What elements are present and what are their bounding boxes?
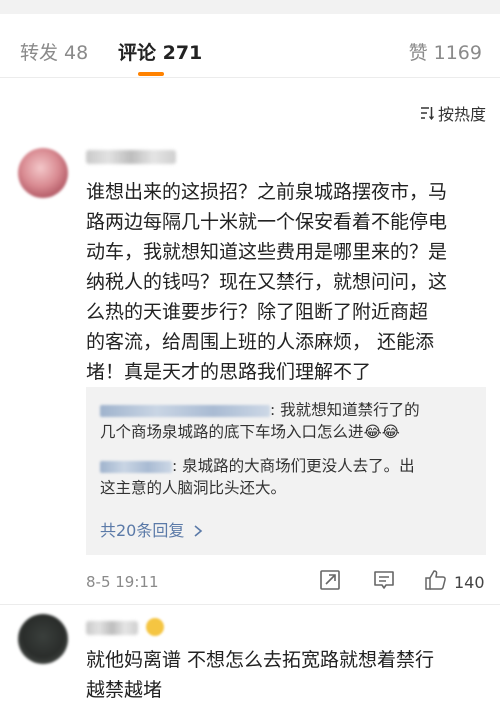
- repost-icon: [318, 568, 342, 596]
- reply-author-blurred[interactable]: [100, 460, 172, 473]
- comment-button[interactable]: [372, 568, 396, 596]
- tab-comments[interactable]: 评论 271: [118, 38, 202, 65]
- chevron-right-icon: [189, 521, 203, 540]
- comment-line: 谁想出来的这损招？之前泉城路摆夜市，马: [86, 181, 448, 203]
- username-blurred[interactable]: [86, 621, 138, 635]
- reply-text: : 泉城路的大商场们更没人去了。出: [172, 457, 415, 475]
- tabs-divider: [0, 77, 500, 78]
- more-replies-label: 共20条回复: [100, 521, 185, 540]
- comment-divider: [0, 604, 500, 605]
- view-all-replies-link[interactable]: 共20条回复: [100, 517, 203, 541]
- reply-author-blurred[interactable]: [100, 404, 270, 417]
- status-bar-strip: [0, 0, 500, 14]
- username-emoji-icon: [146, 618, 164, 636]
- comment-body: 就他妈离谱 不想怎么去拓宽路就想着禁行 越禁越堵: [86, 645, 496, 705]
- reply-item[interactable]: : 泉城路的大商场们更没人去了。出 这主意的人脑洞比头还大。: [100, 455, 480, 499]
- tab-repost[interactable]: 转发 48: [20, 38, 88, 65]
- reply-text: 这主意的人脑洞比头还大。: [100, 479, 287, 497]
- active-tab-indicator: [138, 72, 164, 76]
- thumbs-up-icon: [424, 568, 448, 596]
- tab-likes[interactable]: 赞 1169: [409, 38, 482, 65]
- comment-line: 动车，我就想知道这些费用是哪里来的？是: [86, 241, 448, 263]
- comment-line: 就他妈离谱 不想怎么去拓宽路就想着禁行: [86, 649, 435, 671]
- comment-line: 么热的天谁要步行？除了阻断了附近商超: [86, 301, 429, 323]
- comment-line: 路两边每隔几十米就一个保安看着不能停电: [86, 211, 448, 233]
- sort-icon: [420, 106, 434, 120]
- sort-label: 按热度: [437, 105, 486, 124]
- reply-text: : 我就想知道禁行了的: [270, 401, 420, 419]
- comment-icon: [372, 568, 396, 596]
- comment-line: 纳税人的钱吗？现在又禁行，就想问问，这: [86, 271, 448, 293]
- sort-by-hot-button[interactable]: 按热度: [420, 101, 486, 125]
- reply-text: 几个商场泉城路的底下车场入口怎么进😂😂: [100, 423, 400, 441]
- reply-item[interactable]: : 我就想知道禁行了的 几个商场泉城路的底下车场入口怎么进😂😂: [100, 399, 480, 443]
- comment-line: 越禁越堵: [86, 679, 163, 701]
- username-blurred[interactable]: [86, 150, 176, 164]
- like-count: 140: [454, 572, 485, 592]
- comment-line: 的客流，给周围上班的人添麻烦， 还能添: [86, 331, 435, 353]
- tab-bar: 转发 48 评论 271 赞 1169: [0, 26, 500, 76]
- repost-button[interactable]: [318, 568, 342, 596]
- comment-body: 谁想出来的这损招？之前泉城路摆夜市，马 路两边每隔几十米就一个保安看着不能停电 …: [86, 177, 496, 387]
- like-button[interactable]: 140: [424, 568, 485, 596]
- avatar[interactable]: [18, 148, 68, 198]
- replies-box[interactable]: : 我就想知道禁行了的 几个商场泉城路的底下车场入口怎么进😂😂 : 泉城路的大商…: [86, 387, 486, 555]
- avatar[interactable]: [18, 614, 68, 664]
- comment-timestamp: 8-5 19:11: [86, 573, 159, 591]
- comment-line: 堵！真是天才的思路我们理解不了: [86, 361, 372, 383]
